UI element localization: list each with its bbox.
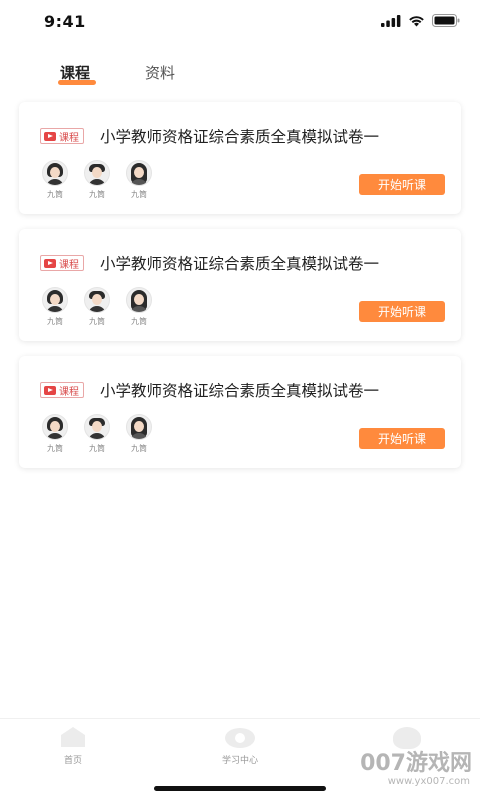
start-listening-button[interactable]: 开始听课 <box>359 301 445 322</box>
course-card[interactable]: 课程 小学教师资格证综合素质全真模拟试卷一 九筒 九筒 九筒 开始听课 <box>19 102 461 214</box>
teacher: 九筒 <box>125 160 153 200</box>
teacher-name: 九筒 <box>89 190 105 199</box>
teacher-name: 九筒 <box>89 317 105 326</box>
teacher: 九筒 <box>41 287 69 327</box>
teacher: 九筒 <box>83 414 111 454</box>
teacher-list: 九筒 九筒 九筒 <box>41 414 153 454</box>
teacher-name: 九筒 <box>131 317 147 326</box>
teacher: 九筒 <box>41 160 69 200</box>
teacher: 九筒 <box>83 160 111 200</box>
signal-icon <box>381 14 401 27</box>
teacher-name: 九筒 <box>89 444 105 453</box>
teacher-name: 九筒 <box>131 444 147 453</box>
video-play-icon <box>44 258 56 268</box>
teacher: 九筒 <box>125 414 153 454</box>
avatar <box>84 287 110 313</box>
tab-course[interactable]: 课程 <box>60 62 90 83</box>
teacher-list: 九筒 九筒 九筒 <box>41 287 153 327</box>
video-play-icon <box>44 131 56 141</box>
wifi-icon <box>409 15 424 26</box>
teacher-name: 九筒 <box>131 190 147 199</box>
course-title: 小学教师资格证综合素质全真模拟试卷一 <box>100 128 380 146</box>
nav-label: 首页 <box>63 756 82 766</box>
teacher-name: 九筒 <box>47 444 63 453</box>
watermark-url: www.yx007.com <box>387 776 470 787</box>
avatar <box>84 160 110 186</box>
status-time: 9:41 <box>44 12 86 31</box>
start-listening-button[interactable]: 开始听课 <box>359 174 445 195</box>
eye-icon <box>225 727 255 749</box>
teacher: 九筒 <box>83 287 111 327</box>
avatar <box>126 287 152 313</box>
avatar <box>84 414 110 440</box>
avatar <box>126 160 152 186</box>
tab-material[interactable]: 资料 <box>145 62 175 83</box>
avatar <box>126 414 152 440</box>
teacher: 九筒 <box>41 414 69 454</box>
course-card[interactable]: 课程 小学教师资格证综合素质全真模拟试卷一 九筒 九筒 九筒 开始听课 <box>19 229 461 341</box>
teacher: 九筒 <box>125 287 153 327</box>
course-tag: 课程 <box>40 382 84 398</box>
battery-icon <box>432 14 460 27</box>
teacher-name: 九筒 <box>47 317 63 326</box>
avatar <box>42 414 68 440</box>
home-indicator <box>154 786 326 791</box>
course-card[interactable]: 课程 小学教师资格证综合素质全真模拟试卷一 九筒 九筒 九筒 开始听课 <box>19 356 461 468</box>
status-icons <box>381 14 460 27</box>
nav-study-center[interactable]: 学习中心 <box>200 727 280 766</box>
course-tag: 课程 <box>40 255 84 271</box>
avatar <box>42 287 68 313</box>
course-title: 小学教师资格证综合素质全真模拟试卷一 <box>100 382 380 400</box>
start-listening-button[interactable]: 开始听课 <box>359 428 445 449</box>
tab-bar: 课程 资料 <box>0 62 480 90</box>
avatar <box>42 160 68 186</box>
video-play-icon <box>44 385 56 395</box>
teacher-list: 九筒 九筒 九筒 <box>41 160 153 200</box>
nav-home[interactable]: 首页 <box>33 727 113 766</box>
teacher-name: 九筒 <box>47 190 63 199</box>
course-tag: 课程 <box>40 128 84 144</box>
nav-label: 学习中心 <box>221 756 258 766</box>
home-icon <box>58 727 88 749</box>
status-bar: 9:41 <box>0 0 480 44</box>
course-title: 小学教师资格证综合素质全真模拟试卷一 <box>100 255 380 273</box>
watermark-logo: 007游戏网 <box>360 751 472 776</box>
